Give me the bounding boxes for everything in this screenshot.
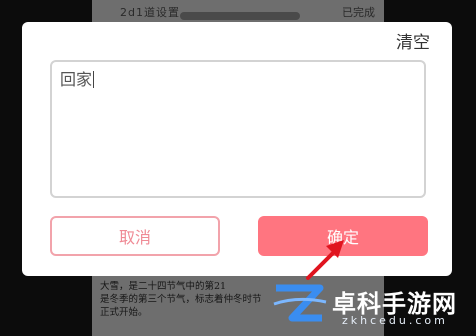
background-header: 2d1道设置 已完成: [20, 0, 460, 22]
background-status: 已完成: [342, 6, 375, 19]
input-dialog: 清空 回家 取消 确定: [22, 22, 452, 276]
clear-button[interactable]: 清空: [396, 28, 430, 53]
background-search-bar: [180, 12, 300, 20]
cancel-button[interactable]: 取消: [50, 216, 220, 256]
watermark-url: zkhcedu.com: [342, 314, 448, 327]
text-input-value: 回家: [60, 70, 93, 89]
text-caret: [93, 71, 95, 88]
arrow-pointer-icon: [306, 240, 344, 280]
background-title: 2d1道设置: [120, 6, 180, 19]
site-watermark: 卓科手游网 zkhcedu.com: [268, 276, 476, 336]
brand-logo-icon: [273, 284, 327, 322]
text-input[interactable]: 回家: [50, 60, 426, 198]
